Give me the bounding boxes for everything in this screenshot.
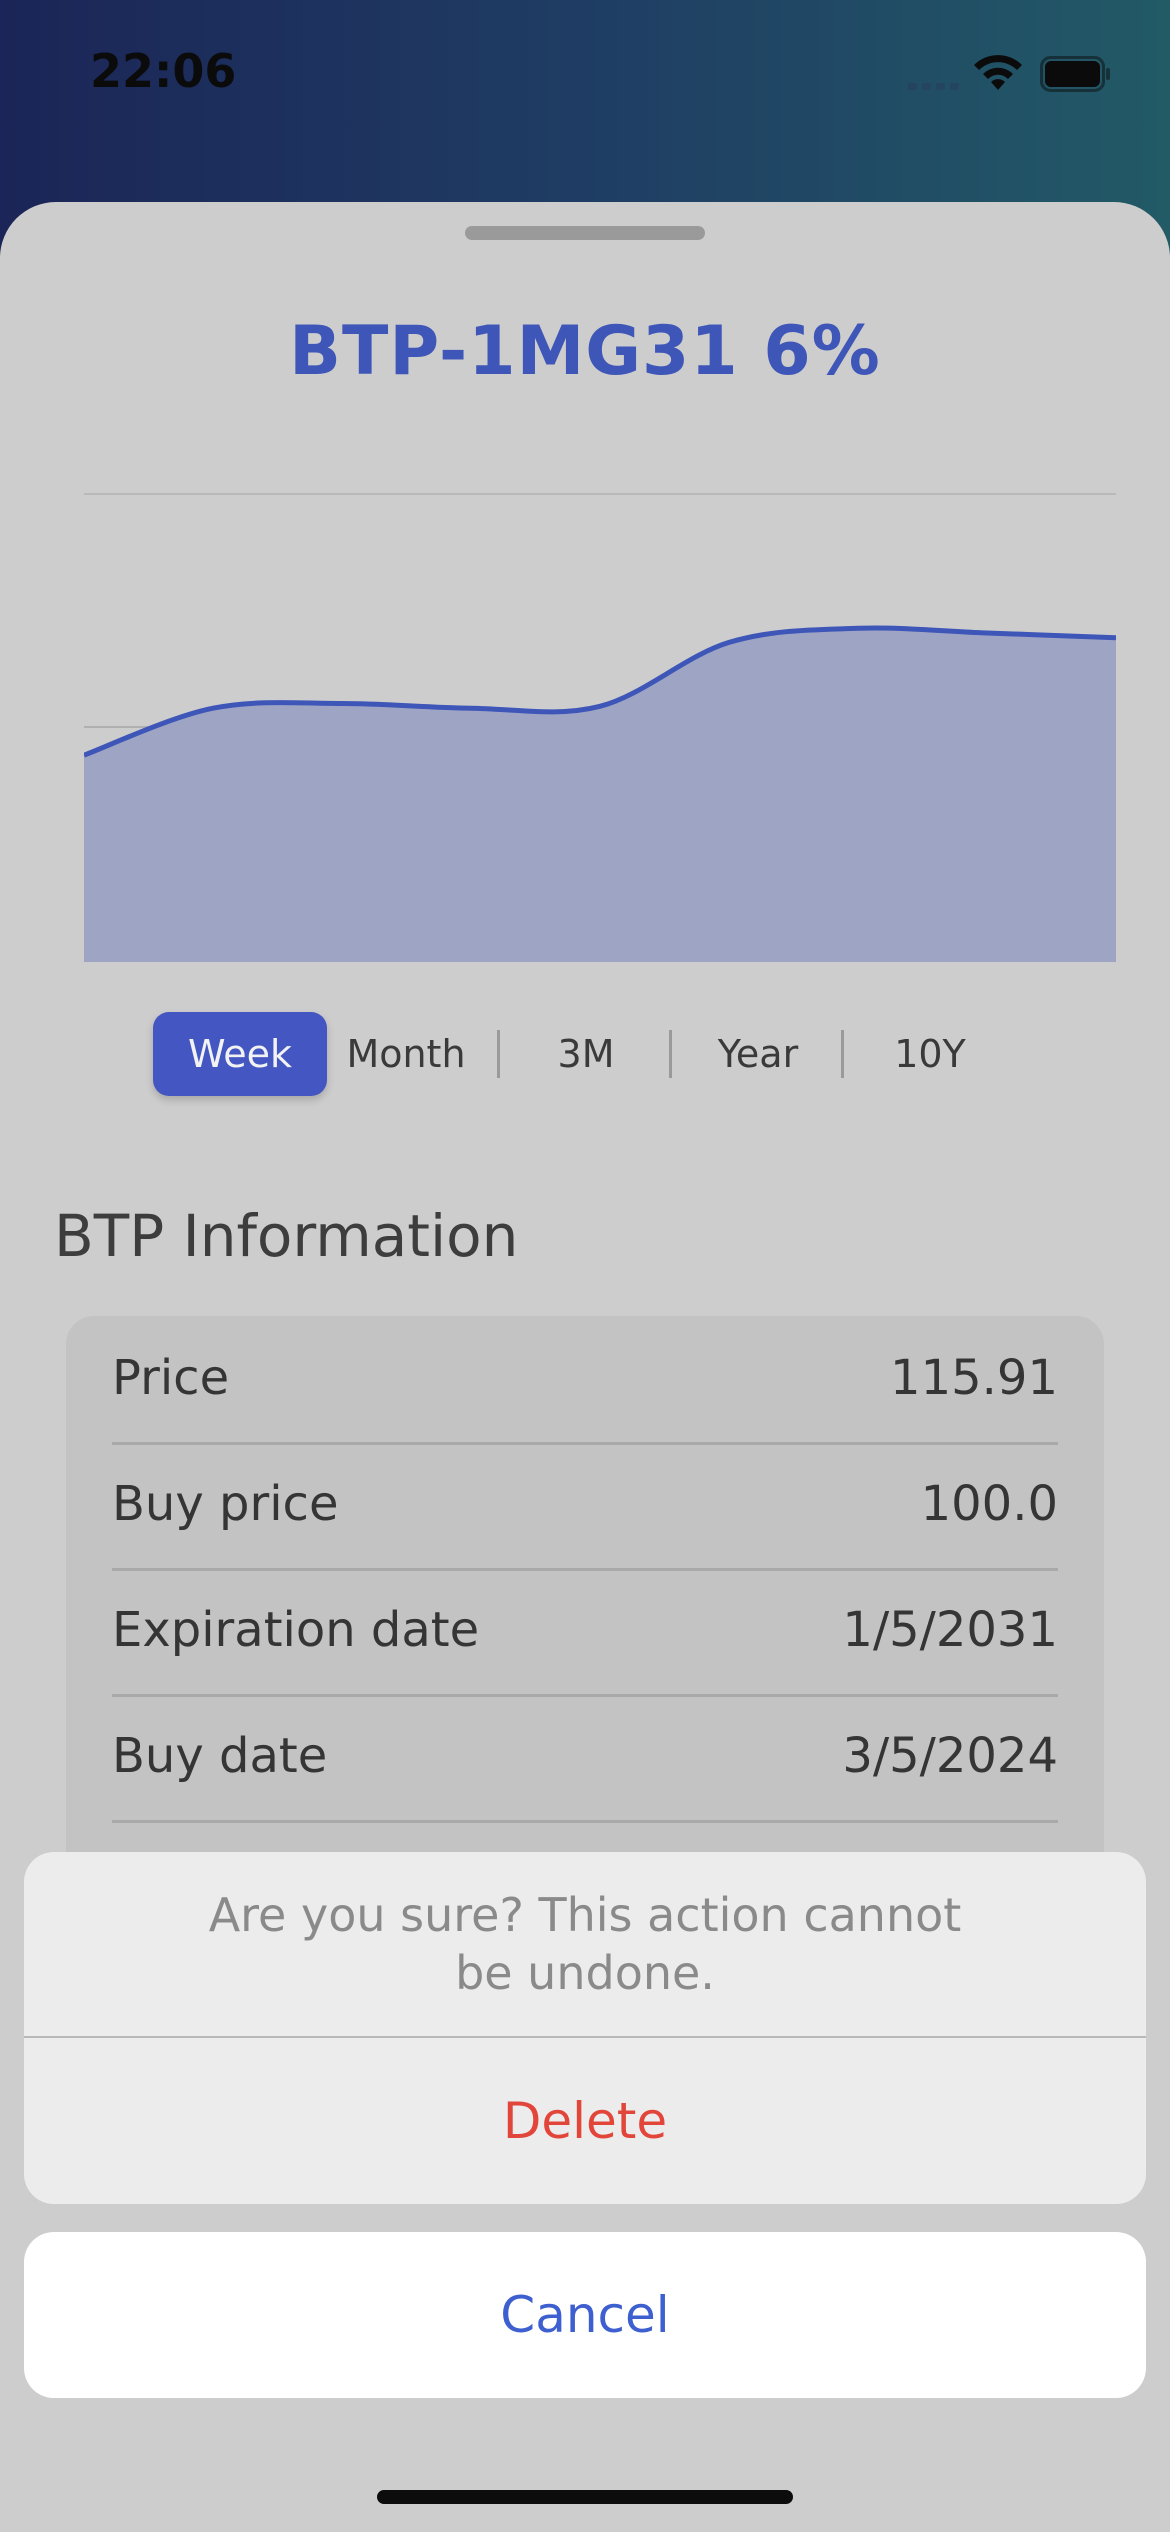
page-title: BTP-1MG31 6% [289,312,881,391]
cellular-signal-icon [908,83,959,90]
tab-separator [669,1030,672,1078]
info-label: Buy date [112,1728,328,1784]
info-value: 100.0 [920,1476,1058,1532]
action-sheet: Are you sure? This action cannot be undo… [24,1852,1146,2204]
status-bar: 22:06 [0,0,1170,150]
info-row-price: Price 115.91 [112,1316,1058,1445]
tab-10y[interactable]: 10Y [847,1012,1013,1096]
battery-icon [1040,56,1110,92]
info-card: Price 115.91 Buy price 100.0 Expiration … [66,1316,1104,1876]
tab-separator [497,1030,500,1078]
price-chart [84,493,1116,962]
info-row-expiration-date: Expiration date 1/5/2031 [112,1568,1058,1697]
delete-button[interactable]: Delete [24,2038,1146,2204]
info-value: 1/5/2031 [842,1602,1058,1658]
tab-year[interactable]: Year [675,1012,841,1096]
info-label: Buy price [112,1476,339,1532]
wifi-icon [974,55,1022,90]
section-title: BTP Information [54,1202,519,1270]
chart-area-fill [84,627,1116,962]
cancel-button[interactable]: Cancel [24,2232,1146,2398]
tab-separator [841,1030,844,1078]
action-sheet-message: Are you sure? This action cannot be undo… [208,1888,962,2000]
info-row-buy-date: Buy date 3/5/2024 [112,1694,1058,1823]
home-indicator [377,2490,793,2504]
info-value: 115.91 [890,1350,1058,1406]
info-value: 3/5/2024 [842,1728,1058,1784]
tab-week[interactable]: Week [153,1012,327,1096]
tab-3m[interactable]: 3M [503,1012,669,1096]
info-row-buy-price: Buy price 100.0 [112,1442,1058,1571]
time-range-tabs: Week Month 3M Year 10Y [153,1012,993,1098]
info-label: Expiration date [112,1602,480,1658]
sheet-grabber[interactable] [465,226,705,240]
status-time: 22:06 [90,44,237,98]
info-label: Price [112,1350,230,1406]
tab-month[interactable]: Month [331,1012,481,1096]
